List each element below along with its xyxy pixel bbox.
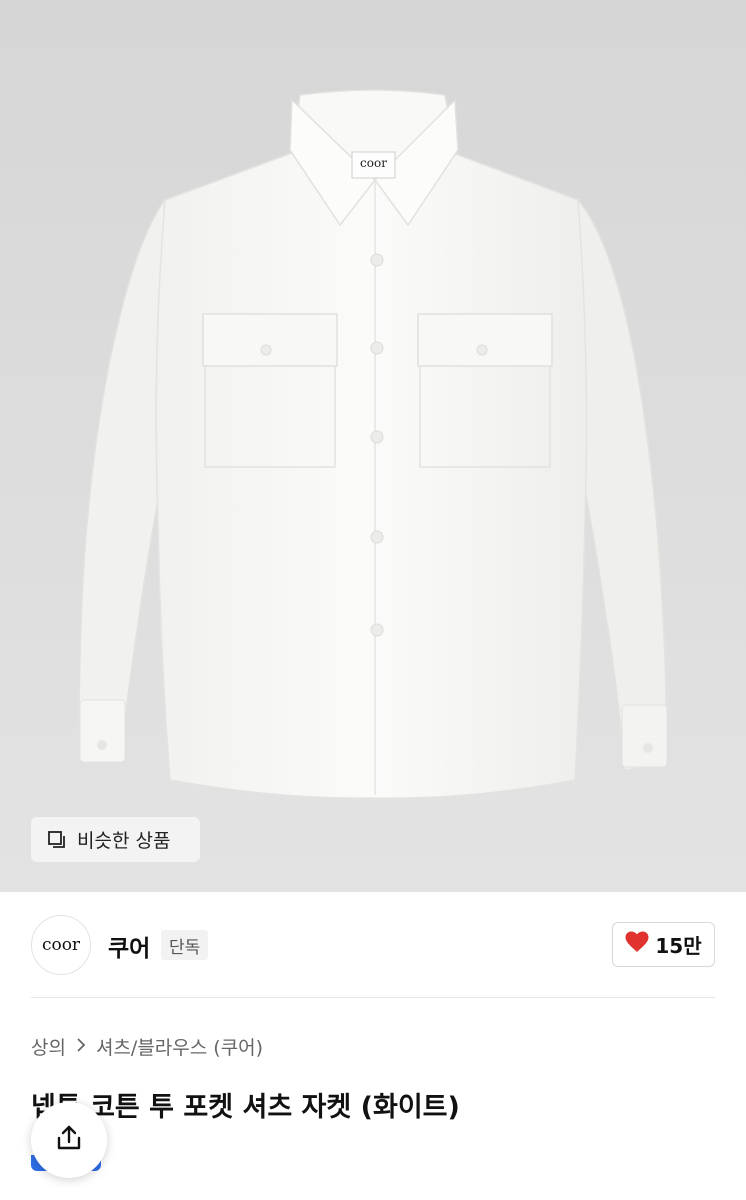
breadcrumb-category[interactable]: 상의 [31,1033,66,1060]
shirt-illustration [0,0,746,892]
share-button[interactable] [31,1102,107,1178]
divider [31,997,715,998]
exclusive-badge: 단독 [161,930,209,960]
chevron-right-icon [76,1036,86,1057]
breadcrumb: 상의 셔츠/블라우스 (쿠어) [31,1033,263,1060]
brand-logo[interactable]: coor [31,915,91,975]
like-button[interactable]: 15만 [612,922,715,967]
breadcrumb-subcategory[interactable]: 셔츠/블라우스 (쿠어) [96,1033,263,1060]
similar-items-icon [47,830,67,850]
neck-label-text: coor [360,156,387,170]
heart-icon [625,931,649,958]
like-count: 15만 [655,934,702,958]
brand-name[interactable]: 쿠어 [108,929,150,963]
brand-row: coor 쿠어 단독 15만 [0,892,746,999]
product-image[interactable]: coor 비슷한 상품 [0,0,746,892]
similar-items-label: 비슷한 상품 [77,830,171,852]
similar-items-button[interactable]: 비슷한 상품 [31,817,200,862]
brand-logo-text: coor [41,935,81,955]
share-icon [54,1123,84,1157]
